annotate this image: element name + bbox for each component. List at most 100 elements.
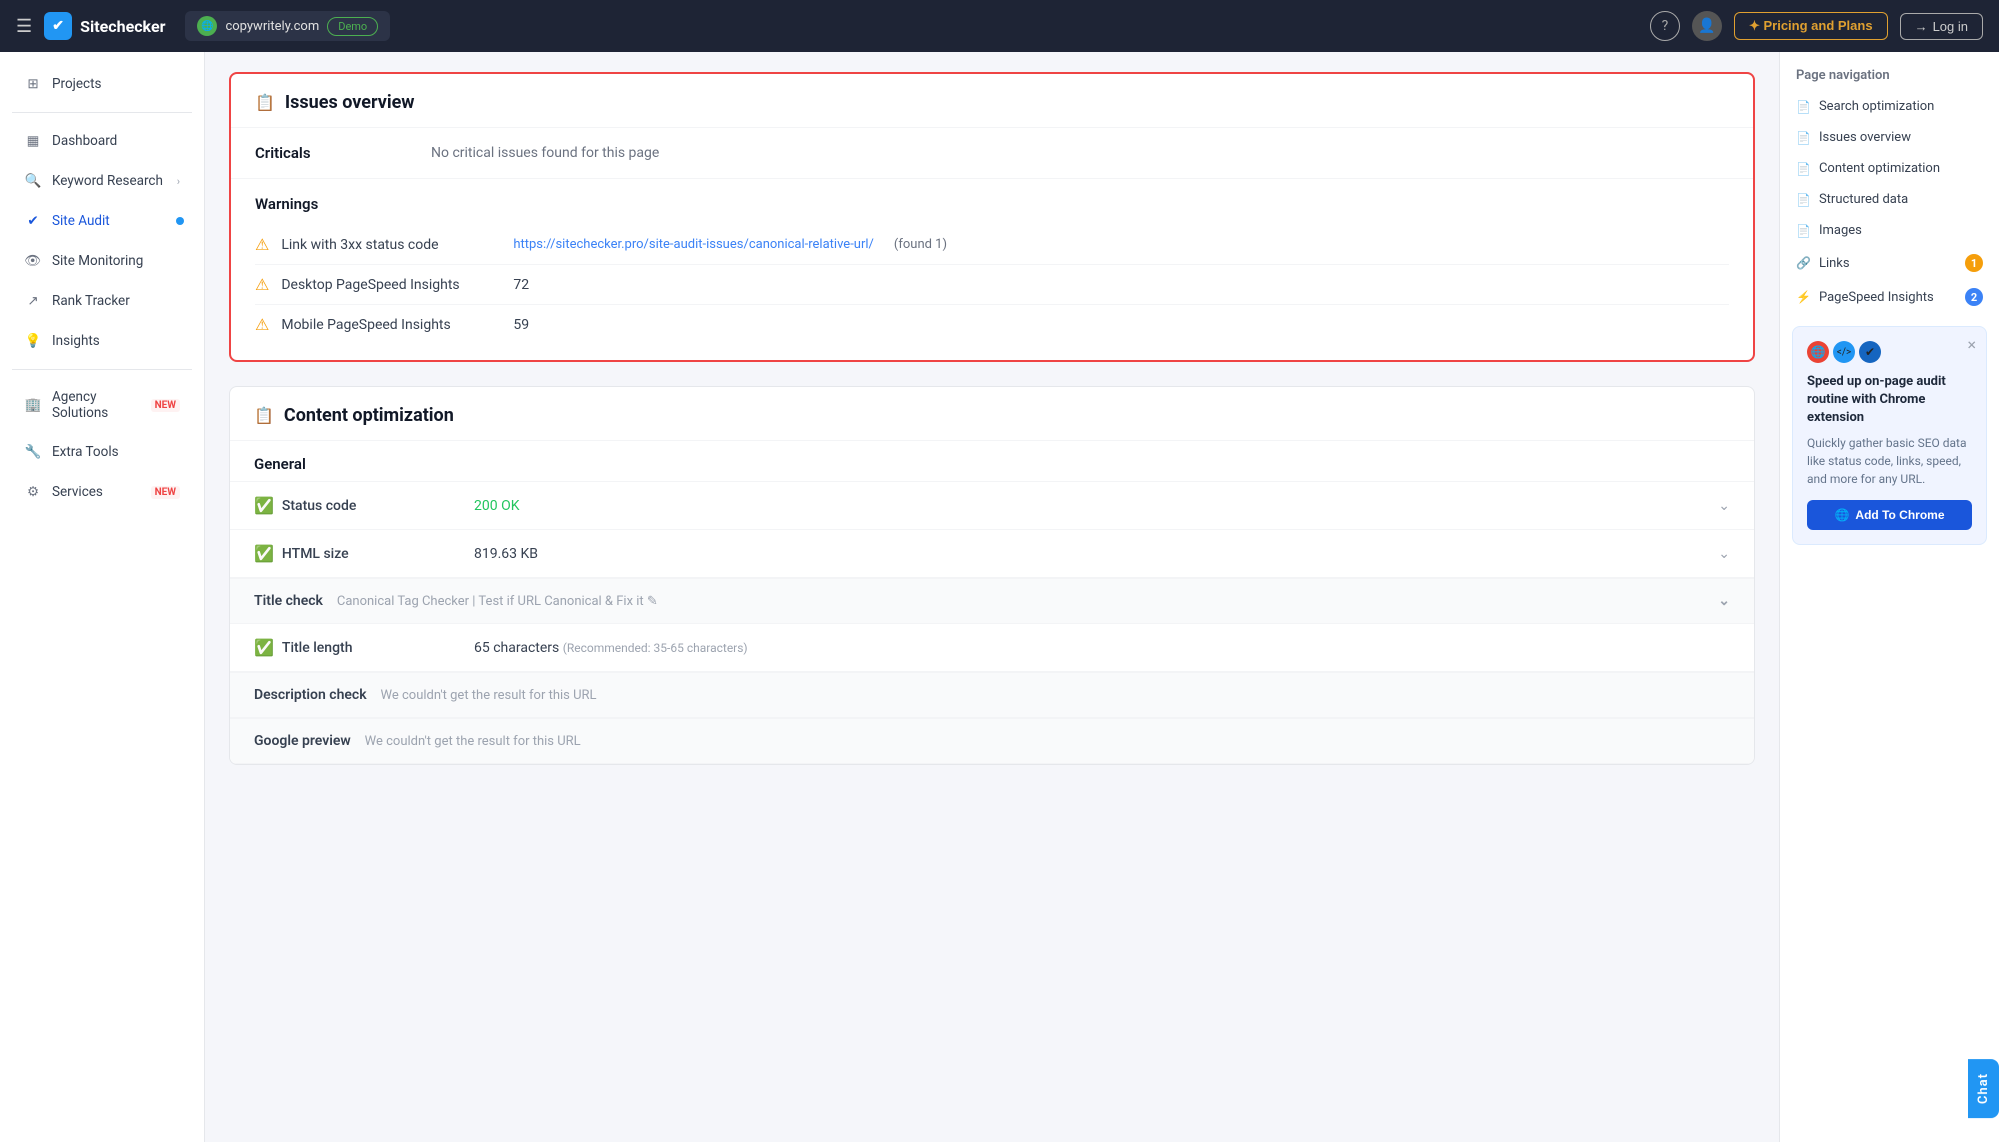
nav-item-label: Content optimization: [1819, 161, 1940, 176]
chrome-promo-title: Speed up on-page audit routine with Chro…: [1807, 373, 1972, 428]
html-size-label: HTML size: [282, 546, 349, 562]
criticals-label: Criticals: [255, 144, 415, 162]
warning-icon-1: ⚠: [255, 235, 269, 254]
add-to-chrome-button[interactable]: 🌐 Add To Chrome: [1807, 500, 1972, 530]
main-content: 📋 Issues overview Criticals No critical …: [205, 52, 1779, 1142]
html-size-left: ✅ HTML size: [254, 544, 474, 563]
site-name: copywritely.com: [225, 19, 319, 34]
sidebar-item-site-audit[interactable]: ✔ Site Audit: [6, 202, 198, 240]
topnav: ☰ ✔ Sitechecker 🌐 copywritely.com Demo ?…: [0, 0, 1999, 52]
content-optimization-card: 📋 Content optimization General ✅ Status …: [229, 386, 1755, 765]
warning-row-1: ⚠ Link with 3xx status code https://site…: [255, 225, 1729, 265]
nav-item-search-optimization[interactable]: 📄 Search optimization: [1780, 91, 1999, 122]
title-length-left: ✅ Title length: [254, 638, 474, 657]
site-selector[interactable]: 🌐 copywritely.com Demo: [185, 11, 390, 41]
warning-value-3: 59: [513, 317, 529, 333]
login-button[interactable]: → Log in: [1900, 13, 1983, 40]
nav-item-pagespeed[interactable]: ⚡ PageSpeed Insights 2: [1780, 280, 1999, 314]
warning-label-3: Mobile PageSpeed Insights: [281, 317, 501, 333]
nav-item-issues-overview[interactable]: 📄 Issues overview: [1780, 122, 1999, 153]
keyword-research-icon: 🔍: [24, 172, 42, 190]
title-length-value: 65 characters (Recommended: 35-65 charac…: [474, 640, 1730, 656]
structured-data-icon: 📄: [1796, 193, 1811, 207]
content-opt-icon: 📄: [1796, 162, 1811, 176]
warning-link-1[interactable]: https://sitechecker.pro/site-audit-issue…: [513, 237, 874, 252]
rank-tracker-icon: ↗: [24, 292, 42, 310]
google-preview-section: Google preview We couldn't get the resul…: [230, 718, 1754, 764]
code-icon: </>: [1833, 341, 1855, 363]
sidebar-item-insights[interactable]: 💡 Insights: [6, 322, 198, 360]
sidebar-item-dashboard[interactable]: ▦ Dashboard: [6, 122, 198, 160]
status-code-chevron[interactable]: ⌄: [1718, 498, 1730, 514]
title-check-chevron[interactable]: ⌄: [1718, 593, 1730, 609]
chrome-promo-close-button[interactable]: ×: [1967, 335, 1976, 354]
warning-icon-3: ⚠: [255, 315, 269, 334]
agency-solutions-icon: 🏢: [24, 396, 42, 414]
issues-card-header: 📋 Issues overview: [231, 74, 1753, 128]
chat-bubble[interactable]: Chat: [1968, 1059, 1999, 1118]
html-size-value: 819.63 KB: [474, 546, 1718, 562]
sidebar-item-label: Agency Solutions: [52, 389, 137, 421]
nav-item-images[interactable]: 📄 Images: [1780, 215, 1999, 246]
html-size-chevron[interactable]: ⌄: [1718, 546, 1730, 562]
dashboard-icon: ▦: [24, 132, 42, 150]
title-length-check-icon: ✅: [254, 638, 274, 657]
description-check-value: We couldn't get the result for this URL: [381, 688, 597, 703]
logo-text: Sitechecker: [80, 17, 165, 36]
chrome-btn-icon: 🌐: [1834, 508, 1849, 522]
content-header-icon: 📋: [254, 406, 274, 425]
warning-row-3: ⚠ Mobile PageSpeed Insights 59: [255, 305, 1729, 344]
nav-item-label: Images: [1819, 223, 1862, 238]
html-size-check-icon: ✅: [254, 544, 274, 563]
sidebar-item-label: Extra Tools: [52, 444, 180, 460]
nav-item-links[interactable]: 🔗 Links 1: [1780, 246, 1999, 280]
site-audit-icon: ✔: [24, 212, 42, 230]
issues-card-title: Issues overview: [285, 92, 415, 113]
sidebar-item-label: Dashboard: [52, 133, 180, 149]
sidebar-divider-2: [12, 369, 192, 370]
sidebar-item-services[interactable]: ⚙ Services NEW: [6, 473, 198, 511]
warning-label-1: Link with 3xx status code: [281, 237, 501, 253]
nav-item-label: Issues overview: [1819, 130, 1911, 145]
sidebar-item-projects[interactable]: ⊞ Projects: [6, 65, 198, 103]
insights-icon: 💡: [24, 332, 42, 350]
help-button[interactable]: ?: [1650, 11, 1680, 41]
chevron-icon: ›: [177, 175, 180, 188]
new-badge-services: NEW: [151, 486, 180, 499]
sidebar-divider-1: [12, 112, 192, 113]
description-check-label: Description check: [254, 687, 367, 703]
pricing-button[interactable]: ✦ Pricing and Plans: [1734, 12, 1888, 40]
sidebar-item-label: Insights: [52, 333, 180, 349]
sidebar-item-label: Site Audit: [52, 213, 180, 229]
status-code-label: Status code: [282, 498, 356, 514]
right-panel: Page navigation 📄 Search optimization 📄 …: [1779, 52, 1999, 1142]
sidebar-item-rank-tracker[interactable]: ↗ Rank Tracker: [6, 282, 198, 320]
pagespeed-badge: 2: [1965, 288, 1983, 306]
warning-found-1: (found 1): [894, 237, 947, 252]
sidebar-item-agency-solutions[interactable]: 🏢 Agency Solutions NEW: [6, 379, 198, 431]
sidebar-item-site-monitoring[interactable]: 👁 Site Monitoring: [6, 242, 198, 280]
general-section-header: General: [230, 441, 1754, 482]
sidebar-item-keyword-research[interactable]: 🔍 Keyword Research ›: [6, 162, 198, 200]
sidebar-item-extra-tools[interactable]: 🔧 Extra Tools: [6, 433, 198, 471]
status-code-check-icon: ✅: [254, 496, 274, 515]
chat-label: Chat: [1976, 1073, 1991, 1104]
hamburger-icon[interactable]: ☰: [16, 16, 32, 37]
nav-item-label: PageSpeed Insights: [1819, 290, 1934, 305]
nav-item-structured-data[interactable]: 📄 Structured data: [1780, 184, 1999, 215]
title-check-label: Title check: [254, 593, 323, 609]
chrome-icon: 🌐: [1807, 341, 1829, 363]
criticals-section: Criticals No critical issues found for t…: [231, 128, 1753, 179]
status-code-row[interactable]: ✅ Status code 200 OK ⌄: [230, 482, 1754, 530]
warnings-title: Warnings: [255, 195, 1729, 213]
sidebar: ⊞ Projects ▦ Dashboard 🔍 Keyword Researc…: [0, 52, 205, 1142]
user-avatar[interactable]: 👤: [1692, 11, 1722, 41]
chrome-promo-card: × 🌐 </> ✔ Speed up on-page audit routine…: [1792, 326, 1987, 545]
login-label: Log in: [1933, 19, 1968, 34]
status-code-value: 200 OK: [474, 498, 1718, 514]
warning-label-2: Desktop PageSpeed Insights: [281, 277, 501, 293]
criticals-value: No critical issues found for this page: [431, 145, 659, 161]
links-nav-icon: 🔗: [1796, 256, 1811, 270]
nav-item-content-optimization[interactable]: 📄 Content optimization: [1780, 153, 1999, 184]
html-size-row[interactable]: ✅ HTML size 819.63 KB ⌄: [230, 530, 1754, 578]
